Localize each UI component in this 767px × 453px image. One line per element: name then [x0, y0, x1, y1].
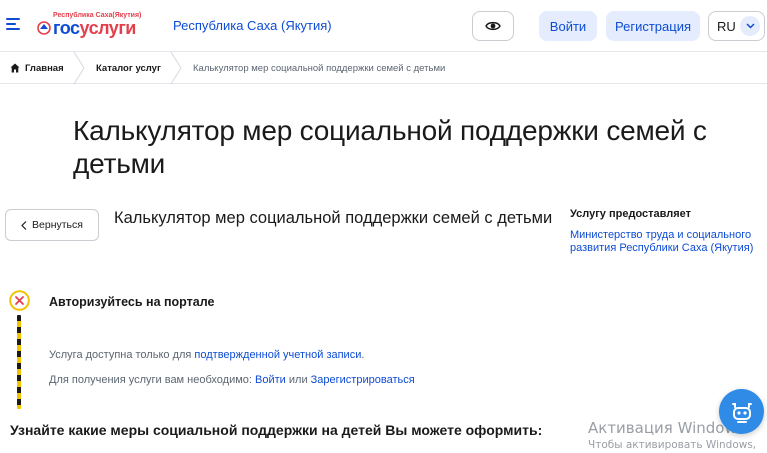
login-button[interactable]: Войти — [539, 11, 597, 41]
back-button-label: Вернуться — [32, 219, 83, 231]
provider-link[interactable]: Министерство труда и социального развити… — [570, 229, 765, 255]
auth-requirement-text: Услуга доступна только для подтвержденно… — [49, 349, 365, 361]
region-selector[interactable]: Республика Саха (Якутия) — [173, 18, 332, 33]
auth-status-line — [17, 315, 21, 409]
breadcrumb-separator — [73, 52, 85, 84]
robot-icon — [731, 402, 752, 423]
language-select[interactable]: RU — [708, 11, 765, 41]
logo-wordmark: госуслуги — [53, 18, 136, 38]
back-button[interactable]: Вернуться — [5, 209, 99, 241]
register-button[interactable]: Регистрация — [606, 11, 700, 41]
breadcrumb-separator — [170, 52, 182, 84]
breadcrumb-home-label: Главная — [25, 62, 64, 74]
chevron-left-icon — [21, 220, 27, 230]
language-label: RU — [717, 19, 736, 34]
menu-burger-icon[interactable] — [6, 18, 20, 32]
breadcrumb-catalog[interactable]: Каталог услуг — [96, 52, 161, 84]
chevron-down-icon — [740, 16, 760, 36]
close-circle-icon — [9, 290, 30, 311]
breadcrumb-home[interactable]: Главная — [10, 52, 64, 84]
provider-label: Услугу предоставляет — [570, 208, 692, 220]
auth-instruction-text: Для получения услуги вам необходимо: Вой… — [49, 374, 415, 386]
assistant-button[interactable] — [719, 389, 764, 434]
page-title: Калькулятор мер социальной поддержки сем… — [73, 115, 707, 179]
breadcrumb: Главная Каталог услуг Калькулятор мер со… — [0, 52, 767, 84]
section-heading: Узнайте какие меры социальной поддержки … — [10, 422, 543, 438]
auth-register-link[interactable]: Зарегистрироваться — [311, 374, 415, 386]
accessibility-button[interactable] — [472, 11, 514, 41]
gosuslugi-logo[interactable]: Республика Саха(Якутия) госуслуги — [37, 12, 155, 40]
breadcrumb-current: Калькулятор мер социальной поддержки сем… — [193, 62, 446, 74]
windows-activation-subtitle: Чтобы активировать Windows, — [588, 439, 757, 451]
emblem-icon — [37, 21, 51, 35]
service-title: Калькулятор мер социальной поддержки сем… — [114, 209, 553, 227]
auth-login-link[interactable]: Войти — [255, 374, 286, 386]
header: Республика Саха(Якутия) госуслуги Респуб… — [0, 0, 767, 52]
eye-icon — [485, 21, 501, 31]
confirmed-account-link[interactable]: подтвержденной учетной записи — [194, 349, 361, 361]
auth-title: Авторизуйтесь на портале — [49, 295, 215, 309]
home-icon — [10, 63, 20, 73]
